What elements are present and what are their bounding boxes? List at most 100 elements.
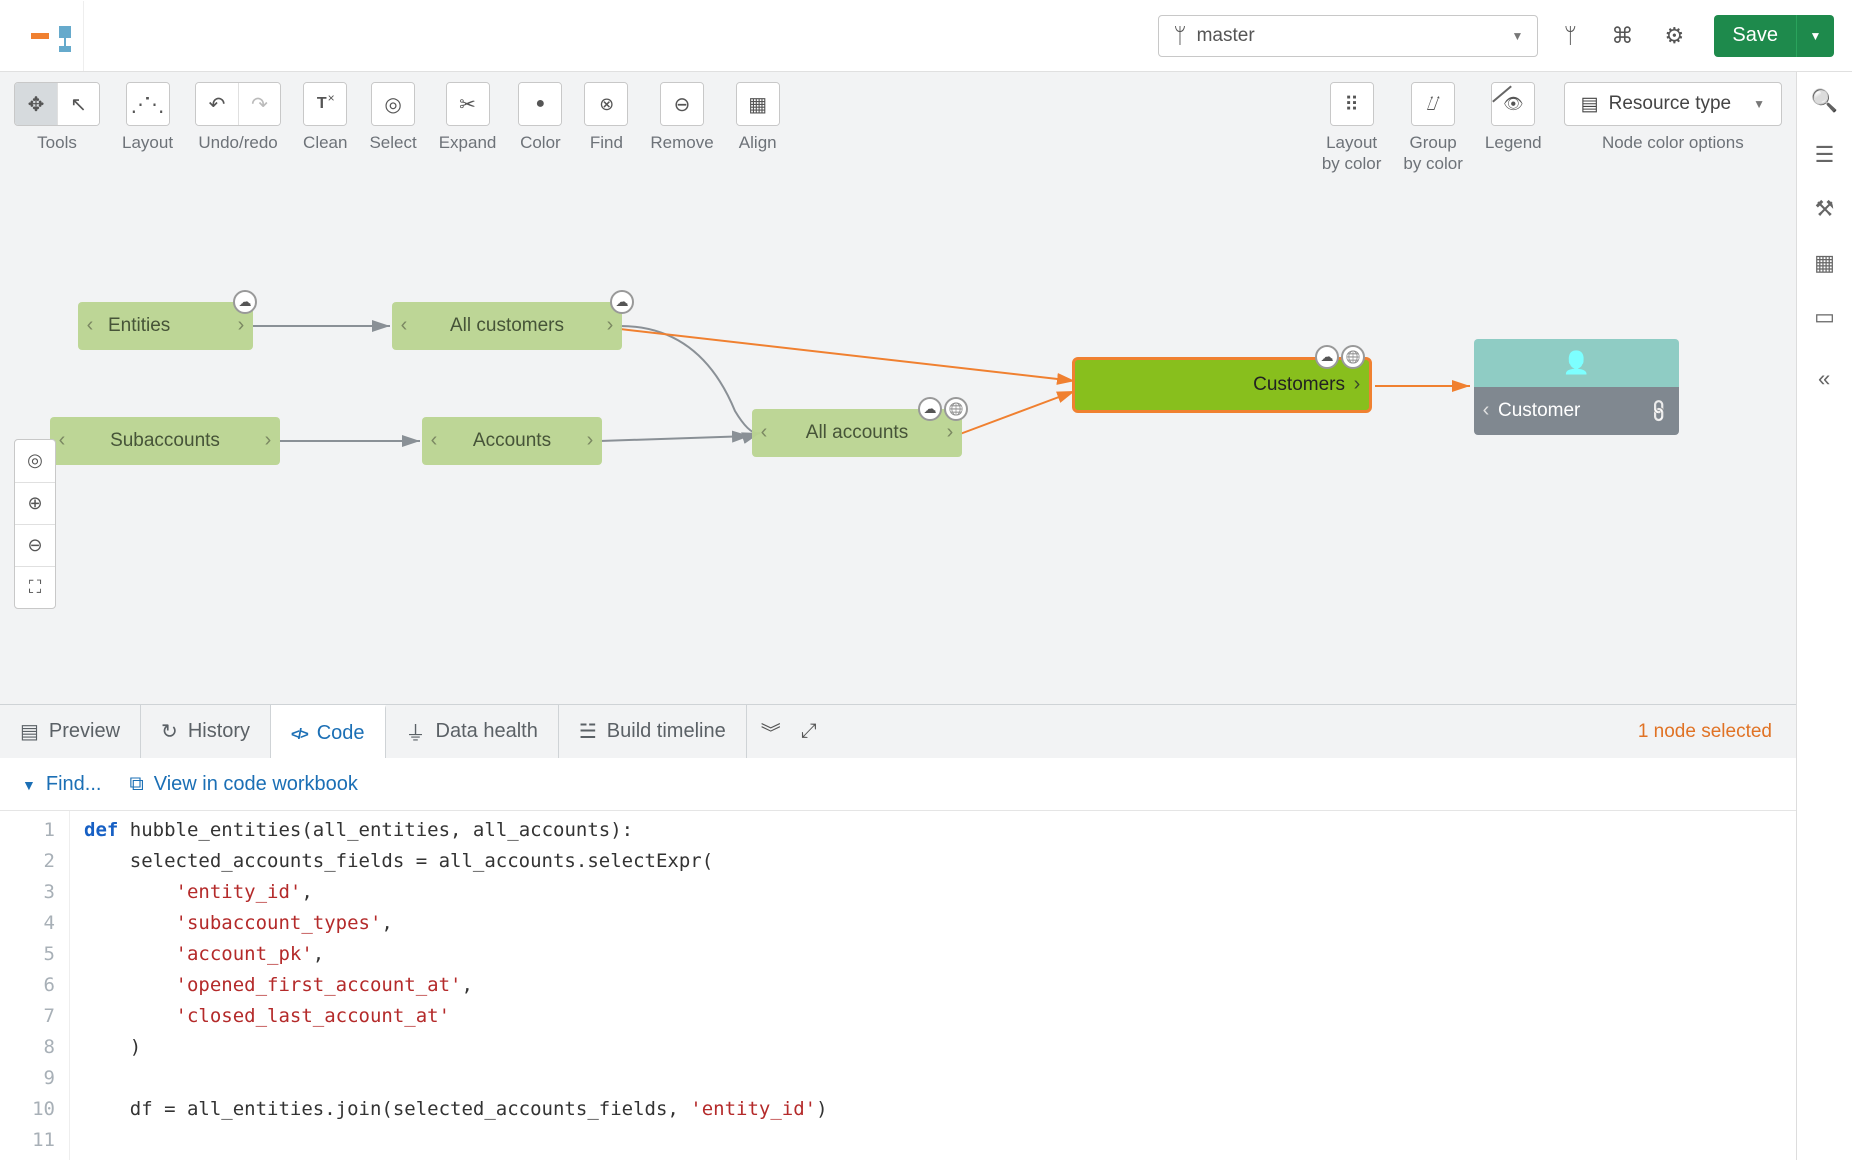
zoom-fit-button[interactable] bbox=[15, 566, 55, 608]
tool-clean[interactable] bbox=[304, 83, 346, 125]
tool-align[interactable] bbox=[737, 83, 779, 125]
tab-label: Data health bbox=[436, 720, 538, 743]
tool-move[interactable] bbox=[15, 83, 57, 125]
tool-layout-by-color[interactable] bbox=[1331, 83, 1373, 125]
globe-badge-icon bbox=[944, 397, 968, 421]
tool-color[interactable] bbox=[519, 83, 561, 125]
tool-undo[interactable] bbox=[196, 83, 238, 125]
chevron-right-icon: › bbox=[578, 429, 602, 452]
tab-label: Code bbox=[317, 722, 365, 745]
chevron-right-icon: › bbox=[256, 429, 280, 452]
tool-find[interactable] bbox=[585, 83, 627, 125]
code-icon bbox=[291, 722, 307, 745]
branch-icon bbox=[1173, 23, 1186, 49]
tool-legend[interactable] bbox=[1492, 83, 1534, 125]
line-gutter: 1234567891011 bbox=[0, 811, 70, 1160]
node-subaccounts[interactable]: ‹ Subaccounts › bbox=[50, 417, 280, 465]
app-logo[interactable] bbox=[18, 1, 84, 71]
filter-icon bbox=[22, 773, 36, 796]
table-icon bbox=[20, 719, 39, 744]
canvas-zoom-controls bbox=[14, 439, 56, 609]
save-group: Save ▼ bbox=[1714, 15, 1834, 57]
bottom-tab-bar: Preview History Code Data health Build t… bbox=[0, 704, 1796, 758]
app-root: master ▼ Save ▼ Tools bbox=[0, 0, 1852, 1160]
cloud-badge-icon bbox=[918, 397, 942, 421]
tab-build-timeline[interactable]: Build timeline bbox=[559, 705, 747, 758]
canvas-toolbar: Tools Layout Undo/redo Clean bbox=[0, 72, 1796, 181]
code-find-link[interactable]: Find... bbox=[22, 773, 101, 796]
code-subbar: Find... View in code workbook bbox=[0, 758, 1796, 810]
tool-group-by-color[interactable] bbox=[1412, 83, 1454, 125]
rail-schedule-button[interactable] bbox=[1814, 250, 1835, 276]
label-node-color: Node color options bbox=[1602, 132, 1744, 153]
selected-node-count: 1 node selected bbox=[1638, 705, 1796, 758]
tab-label: Build timeline bbox=[607, 720, 726, 743]
rail-collapse-button[interactable] bbox=[1818, 368, 1830, 394]
tab-preview[interactable]: Preview bbox=[0, 705, 141, 758]
code-content[interactable]: def hubble_entities(all_entities, all_ac… bbox=[70, 811, 828, 1160]
label-undoredo: Undo/redo bbox=[198, 132, 277, 153]
code-editor[interactable]: 1234567891011 def hubble_entities(all_en… bbox=[0, 810, 1796, 1160]
chevron-left-icon: ‹ bbox=[1474, 399, 1498, 422]
node-label: Customers bbox=[1253, 374, 1345, 396]
label-find: Find bbox=[590, 132, 623, 153]
zoom-center-button[interactable] bbox=[15, 440, 55, 482]
zoom-out-button[interactable] bbox=[15, 524, 55, 566]
save-dropdown-button[interactable]: ▼ bbox=[1796, 15, 1834, 57]
graph-canvas[interactable]: ‹ Entities › ‹ All customers › ‹ S bbox=[0, 181, 1796, 705]
tool-layout[interactable] bbox=[127, 83, 169, 125]
save-button[interactable]: Save bbox=[1714, 15, 1796, 57]
label-tools: Tools bbox=[37, 132, 77, 153]
label-expand: Expand bbox=[439, 132, 497, 153]
node-entities[interactable]: ‹ Entities › bbox=[78, 302, 253, 350]
chevron-left-icon: ‹ bbox=[422, 429, 446, 452]
label-align: Align bbox=[739, 132, 777, 153]
tool-remove[interactable] bbox=[661, 83, 703, 125]
expand-panel-button[interactable] bbox=[801, 720, 817, 743]
node-customer-header[interactable] bbox=[1474, 339, 1679, 387]
settings-icon-button[interactable] bbox=[1654, 16, 1694, 56]
branch-select[interactable]: master ▼ bbox=[1158, 15, 1538, 57]
tab-label: Preview bbox=[49, 720, 120, 743]
zoom-in-button[interactable] bbox=[15, 482, 55, 524]
tool-expand[interactable] bbox=[447, 83, 489, 125]
branch-name: master bbox=[1197, 25, 1255, 47]
chevron-right-icon: › bbox=[1345, 373, 1369, 396]
node-all-customers[interactable]: ‹ All customers › bbox=[392, 302, 622, 350]
label-layout: Layout bbox=[122, 132, 173, 153]
cloud-badge-icon bbox=[1315, 345, 1339, 369]
rail-build-button[interactable] bbox=[1815, 196, 1835, 222]
node-customer[interactable]: ‹ Customer bbox=[1474, 387, 1679, 435]
tab-data-health[interactable]: Data health bbox=[386, 705, 559, 758]
label-remove: Remove bbox=[650, 132, 713, 153]
node-label: All accounts bbox=[800, 422, 914, 444]
timeline-icon bbox=[579, 719, 597, 744]
resource-type-select[interactable]: Resource type ▼ bbox=[1564, 82, 1782, 126]
node-label: Entities bbox=[102, 315, 176, 337]
label-legend: Legend bbox=[1485, 132, 1542, 153]
tool-select-cursor[interactable] bbox=[57, 83, 99, 125]
view-in-workbook-link[interactable]: View in code workbook bbox=[129, 773, 357, 796]
rail-card-button[interactable] bbox=[1814, 304, 1835, 330]
tab-history[interactable]: History bbox=[141, 705, 271, 758]
link-label: Find... bbox=[46, 773, 102, 796]
tool-select[interactable] bbox=[372, 83, 414, 125]
top-bar: master ▼ Save ▼ bbox=[0, 0, 1852, 72]
table-icon bbox=[1581, 93, 1599, 116]
rail-rows-button[interactable] bbox=[1815, 142, 1835, 168]
open-external-icon bbox=[129, 773, 143, 796]
collapse-panel-button[interactable] bbox=[761, 717, 781, 746]
rail-search-button[interactable] bbox=[1811, 88, 1838, 114]
tab-code[interactable]: Code bbox=[271, 705, 386, 758]
label-color: Color bbox=[520, 132, 561, 153]
resource-type-label: Resource type bbox=[1609, 93, 1732, 115]
node-accounts[interactable]: ‹ Accounts › bbox=[422, 417, 602, 465]
label-clean: Clean bbox=[303, 132, 347, 153]
node-label: All customers bbox=[444, 315, 570, 337]
cloud-badge-icon bbox=[233, 290, 257, 314]
branch-icon-button[interactable] bbox=[1550, 16, 1590, 56]
tool-redo[interactable] bbox=[238, 83, 280, 125]
link-icon bbox=[1644, 396, 1674, 426]
command-icon-button[interactable] bbox=[1602, 16, 1642, 56]
node-label: Subaccounts bbox=[104, 430, 226, 452]
